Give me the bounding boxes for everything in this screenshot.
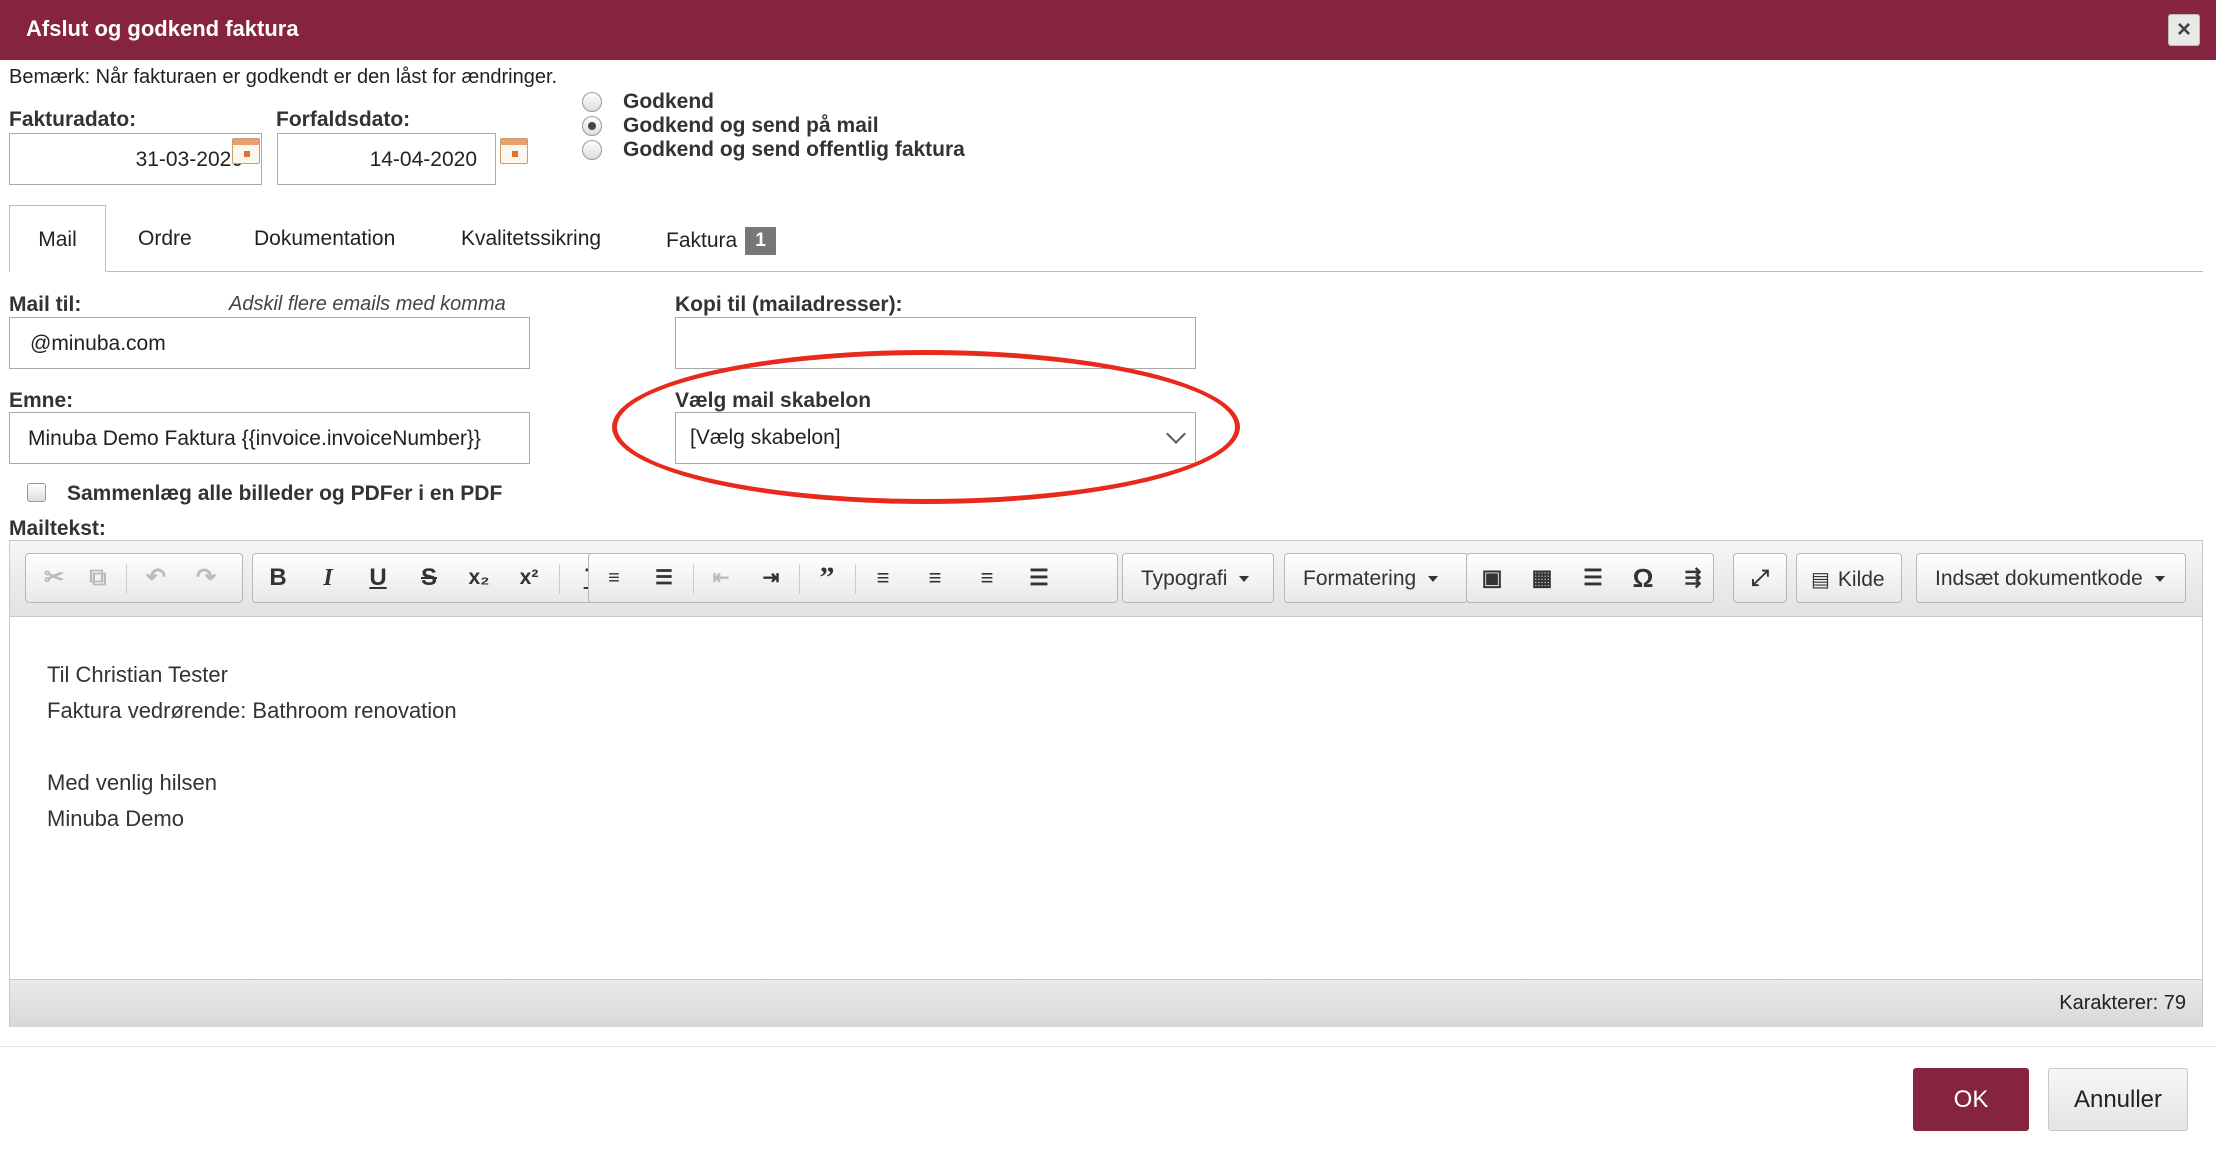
undo-icon[interactable]: ↶ bbox=[134, 554, 178, 602]
body-line: Minuba Demo bbox=[47, 806, 184, 831]
align-right-icon[interactable]: ≡ bbox=[965, 554, 1009, 602]
align-justify-icon[interactable]: ☰ bbox=[1017, 554, 1061, 602]
highlight-ellipse bbox=[612, 350, 1240, 504]
toolbar-separator bbox=[799, 564, 800, 594]
superscript-icon[interactable]: x² bbox=[507, 554, 551, 602]
mail-body-label: Mailtekst: bbox=[9, 517, 106, 540]
invoice-date-label: Fakturadato: bbox=[9, 108, 137, 131]
invoice-date-input[interactable]: 31-03-2020 bbox=[9, 133, 262, 185]
ok-button[interactable]: OK bbox=[1913, 1068, 2029, 1131]
maximize-icon[interactable]: ⤢ bbox=[1738, 554, 1782, 602]
align-left-icon[interactable]: ≡ bbox=[861, 554, 905, 602]
maximize-group: ⤢ bbox=[1733, 553, 1787, 603]
source-icon: ▤ bbox=[1811, 569, 1830, 591]
merge-pdf-checkbox[interactable] bbox=[27, 483, 46, 502]
footer-divider bbox=[0, 1046, 2216, 1047]
horizontal-line-icon[interactable]: ☰ bbox=[1571, 554, 1615, 602]
blockquote-icon[interactable]: ” bbox=[805, 554, 849, 602]
due-date-input[interactable]: 14-04-2020 bbox=[277, 133, 496, 185]
radio-button-checked[interactable] bbox=[582, 116, 602, 136]
insert-code-label: Indsæt dokumentkode bbox=[1935, 567, 2143, 590]
radio-label: Godkend og send offentlig faktura bbox=[623, 138, 965, 161]
radio-label: Godkend bbox=[623, 90, 715, 113]
merge-pdf-label: Sammenlæg alle billeder og PDFer i en PD… bbox=[67, 482, 503, 505]
tab-dokumentation[interactable]: Dokumentation bbox=[254, 205, 395, 272]
indent-icon[interactable]: ⇥ bbox=[749, 554, 793, 602]
caret-down-icon bbox=[2154, 576, 2165, 582]
editor-content[interactable]: Til Christian Tester Faktura vedrørende:… bbox=[10, 617, 2202, 979]
subject-label: Emne: bbox=[9, 389, 74, 412]
source-label: Kilde bbox=[1837, 568, 1885, 591]
text-style-group: B I U S x₂ x² T bbox=[252, 553, 622, 603]
subscript-icon[interactable]: x₂ bbox=[457, 554, 501, 602]
tab-badge: 1 bbox=[745, 227, 776, 255]
source-button[interactable]: ▤ Kilde bbox=[1796, 553, 1902, 603]
radio-label: Godkend og send på mail bbox=[623, 114, 879, 137]
toolbar-separator bbox=[126, 564, 127, 594]
rich-text-editor: ✂ ⧉ ↶ ↷ B I U S x₂ x² T ≡ ☰ ⇤ ⇥ ” ≡ bbox=[9, 540, 2203, 1027]
italic-icon[interactable]: I bbox=[306, 554, 350, 602]
toolbar-separator bbox=[855, 564, 856, 594]
caret-down-icon bbox=[1239, 576, 1250, 582]
formatting-dropdown[interactable]: Formatering bbox=[1284, 553, 1468, 603]
editor-toolbar: ✂ ⧉ ↶ ↷ B I U S x₂ x² T ≡ ☰ ⇤ ⇥ ” ≡ bbox=[10, 541, 2202, 617]
tab-faktura-label: Faktura bbox=[666, 229, 738, 252]
mail-to-label: Mail til: bbox=[9, 293, 82, 316]
bold-icon[interactable]: B bbox=[256, 554, 300, 602]
toolbar-separator bbox=[693, 564, 694, 594]
calendar-icon[interactable] bbox=[232, 138, 260, 164]
calendar-icon[interactable] bbox=[500, 138, 528, 164]
dialog-titlebar: Afslut og godkend faktura × bbox=[0, 0, 2216, 60]
tab-kvalitetssikring[interactable]: Kvalitetssikring bbox=[461, 205, 601, 272]
caret-down-icon bbox=[1428, 576, 1439, 582]
tab-faktura[interactable]: Faktura 1 bbox=[666, 205, 776, 272]
mail-to-hint: Adskil flere emails med komma bbox=[229, 293, 506, 315]
formatting-label: Formatering bbox=[1303, 567, 1417, 590]
insert-document-code-dropdown[interactable]: Indsæt dokumentkode bbox=[1916, 553, 2186, 603]
insert-group: ▣ ▦ ☰ Ω ⇶ bbox=[1466, 553, 1714, 603]
subject-input[interactable]: Minuba Demo Faktura {{invoice.invoiceNum… bbox=[9, 412, 530, 464]
editor-statusbar: Karakterer: 79 bbox=[10, 979, 2202, 1027]
lock-note: Bemærk: Når fakturaen er godkendt er den… bbox=[9, 66, 558, 88]
close-icon[interactable]: × bbox=[2168, 14, 2200, 46]
underline-icon[interactable]: U bbox=[356, 554, 400, 602]
radio-button[interactable] bbox=[582, 140, 602, 160]
mail-to-input[interactable]: @minuba.com bbox=[9, 317, 530, 369]
table-icon[interactable]: ▦ bbox=[1520, 554, 1564, 602]
page-break-icon[interactable]: ⇶ bbox=[1671, 554, 1715, 602]
due-date-label: Forfaldsdato: bbox=[276, 108, 411, 131]
outdent-icon[interactable]: ⇤ bbox=[699, 554, 743, 602]
tab-ordre[interactable]: Ordre bbox=[138, 205, 192, 272]
dialog-title: Afslut og godkend faktura bbox=[26, 16, 299, 41]
paragraph-group: ≡ ☰ ⇤ ⇥ ” ≡ ≡ ≡ ☰ bbox=[588, 553, 1118, 603]
cancel-button[interactable]: Annuller bbox=[2048, 1068, 2188, 1131]
copy-icon[interactable]: ⧉ bbox=[76, 554, 120, 602]
cut-icon[interactable]: ✂ bbox=[32, 554, 76, 602]
typography-label: Typografi bbox=[1141, 567, 1228, 590]
body-line: Faktura vedrørende: Bathroom renovation bbox=[47, 698, 457, 723]
bullet-list-icon[interactable]: ☰ bbox=[642, 554, 686, 602]
align-center-icon[interactable]: ≡ bbox=[913, 554, 957, 602]
special-char-icon[interactable]: Ω bbox=[1621, 554, 1665, 602]
tab-mail[interactable]: Mail bbox=[9, 205, 106, 272]
image-icon[interactable]: ▣ bbox=[1470, 554, 1514, 602]
body-line: Med venlig hilsen bbox=[47, 770, 217, 795]
body-line bbox=[47, 729, 2202, 765]
typography-dropdown[interactable]: Typografi bbox=[1122, 553, 1274, 603]
cc-label: Kopi til (mailadresser): bbox=[675, 293, 903, 316]
toolbar-separator bbox=[559, 564, 560, 594]
character-count: Karakterer: 79 bbox=[2059, 992, 2186, 1014]
numbered-list-icon[interactable]: ≡ bbox=[592, 554, 636, 602]
body-line: Til Christian Tester bbox=[47, 662, 228, 687]
redo-icon[interactable]: ↷ bbox=[184, 554, 228, 602]
radio-button[interactable] bbox=[582, 92, 602, 112]
strikethrough-icon[interactable]: S bbox=[407, 554, 451, 602]
clipboard-group: ✂ ⧉ ↶ ↷ bbox=[25, 553, 243, 603]
